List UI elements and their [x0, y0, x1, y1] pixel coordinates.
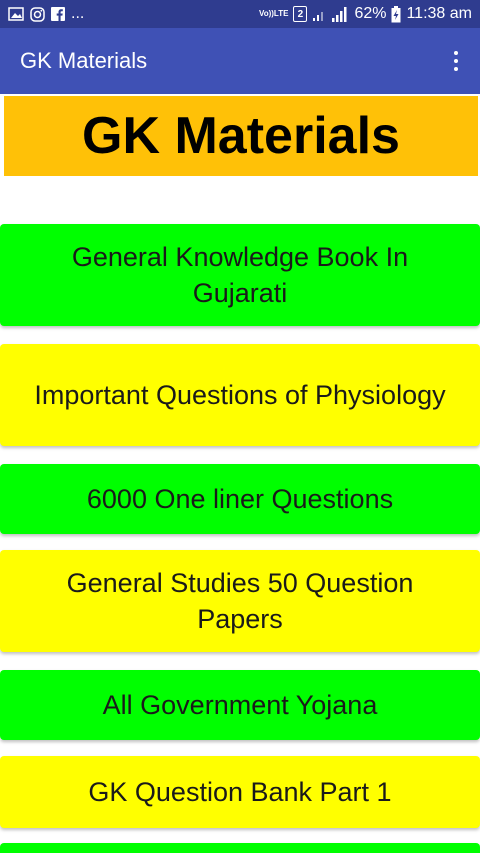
banner-title: GK Materials — [82, 107, 400, 165]
menu-item-gk-question-bank-1[interactable]: GK Question Bank Part 1 — [0, 756, 480, 828]
battery-percent: 62% — [354, 5, 387, 22]
menu-item-label: General Studies 50 Question Papers — [66, 568, 414, 634]
menu-item-label: 6000 One liner Questions — [86, 484, 394, 514]
menu-item-label: General Knowledge Book In Gujarati — [71, 242, 409, 308]
menu-item-gk-book-gujarati[interactable]: General Knowledge Book In Gujarati — [0, 224, 480, 326]
overflow-dot-icon — [454, 67, 458, 71]
sim-slot-badge: 2 — [293, 6, 308, 22]
menu-item-label: Important Questions of Physiology — [34, 380, 446, 410]
notification-icons: ... — [8, 5, 84, 23]
more-notifications-text: ... — [71, 5, 85, 22]
signal-sim1-icon — [312, 7, 326, 21]
menu-item-label: GK Question Bank Part 1 — [88, 777, 392, 807]
app-title: GK Materials — [20, 48, 148, 73]
menu-item-label: All Government Yojana — [102, 690, 378, 720]
image-notification-icon — [8, 7, 24, 21]
lte-label: LTE — [273, 9, 289, 18]
clock: 11:38 am — [406, 5, 472, 22]
menu-item-next-partial[interactable] — [0, 843, 480, 853]
menu-item-one-liner-questions[interactable]: 6000 One liner Questions — [0, 464, 480, 534]
menu-item-government-yojana[interactable]: All Government Yojana — [0, 670, 480, 740]
menu-item-general-studies-papers[interactable]: General Studies 50 Question Papers — [0, 550, 480, 652]
facebook-icon — [51, 7, 65, 21]
app-bar: GK Materials — [0, 28, 480, 94]
overflow-dot-icon — [454, 51, 458, 55]
header-banner: GK Materials — [4, 96, 478, 176]
overflow-dot-icon — [454, 59, 458, 63]
overflow-menu-button[interactable] — [444, 41, 468, 81]
instagram-icon — [30, 6, 45, 22]
status-bar: ... Vo)) LTE 2 62% 11:38 am — [0, 0, 480, 28]
menu-item-physiology-questions[interactable]: Important Questions of Physiology — [0, 344, 480, 446]
volte-icon: Vo)) LTE — [259, 10, 288, 18]
volte-label: Vo)) — [258, 9, 274, 18]
battery-charging-icon — [391, 5, 401, 23]
signal-sim2-icon — [331, 6, 349, 22]
